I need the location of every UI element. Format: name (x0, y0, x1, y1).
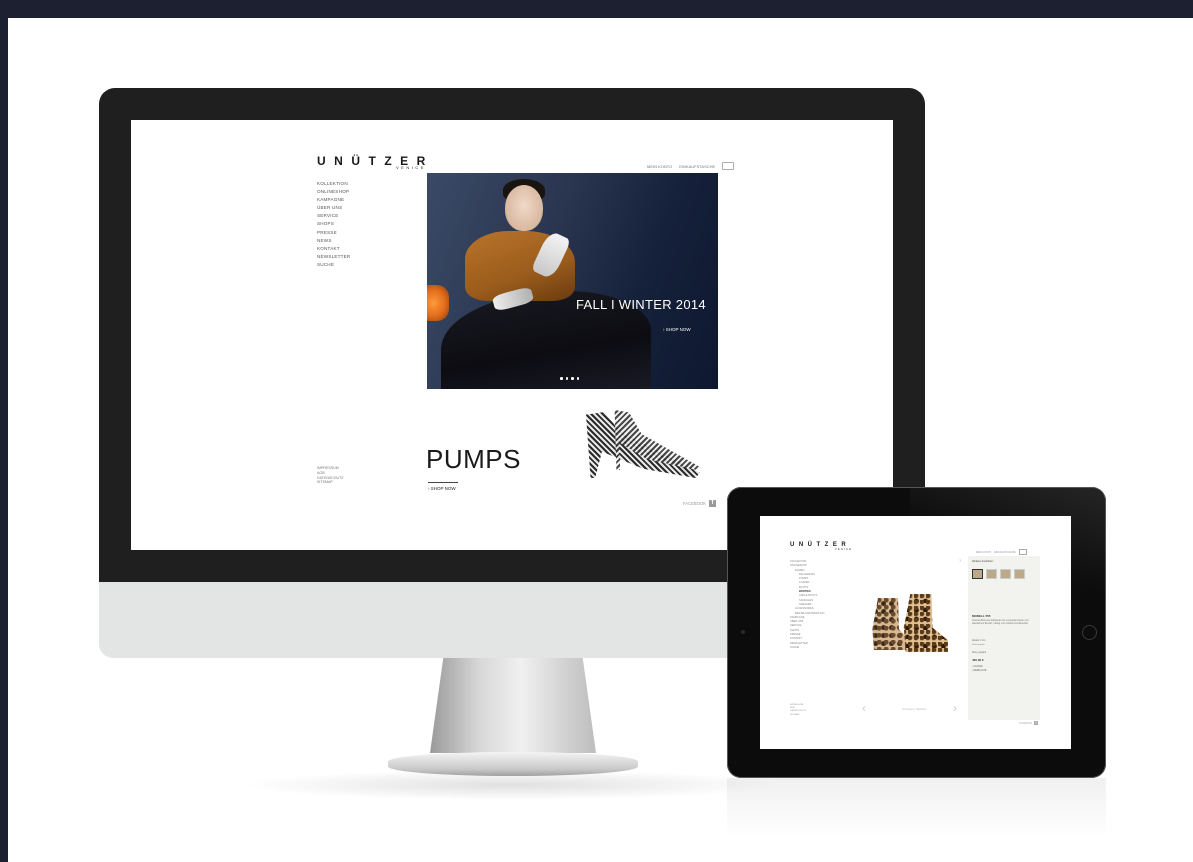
nav-item-kollektion[interactable]: KOLLEKTION (317, 180, 350, 188)
thumbnail-strip (972, 569, 1025, 579)
product-price: 495,00 € (972, 658, 984, 662)
nav-item-ueber-uns[interactable]: ÜBER UNS (317, 204, 350, 212)
promo-title: PUMPS (426, 444, 521, 474)
chevron-right-icon[interactable]: › (953, 702, 959, 714)
account-link[interactable]: MEIN KONTO (647, 164, 672, 169)
facebook-label: FACEBOOK (683, 501, 707, 506)
hero-title: FALL I WINTER 2014 (576, 297, 706, 312)
product-thumbnail[interactable] (986, 569, 997, 579)
nav-item[interactable]: SUCHE (790, 646, 824, 650)
hero-shop-now-link[interactable]: › SHOP NOW (663, 327, 691, 332)
camera-icon (741, 630, 745, 634)
facebook-link[interactable]: FACEBOOK f (683, 500, 717, 507)
top-navigation: MEIN KONTO EINKAUFSTASCHE (647, 162, 735, 170)
hero-model-face (505, 185, 543, 231)
imac-screen: UNÜTZER VENICE MEIN KONTO EINKAUFSTASCHE… (131, 120, 893, 550)
imac-stand (430, 658, 596, 753)
imac-shadow (240, 770, 780, 800)
facebook-link[interactable]: FACEBOOK f (1019, 721, 1039, 725)
chevron-left-icon[interactable]: ‹ (862, 702, 868, 714)
cart-link[interactable]: EINKAUFSTASCHE (994, 551, 1015, 554)
promo-shop-now-link[interactable]: › SHOP NOW (428, 486, 456, 491)
product-thumbnail[interactable] (1000, 569, 1011, 579)
product-size-value[interactable]: Einheitsgröße (972, 644, 985, 646)
site-logo-subtitle: VENICE (835, 548, 853, 551)
hero-banner[interactable]: FALL I WINTER 2014 › SHOP NOW (427, 173, 718, 389)
nav-item-kampagne[interactable]: KAMPAGNE (317, 196, 350, 204)
nav-item-newsletter[interactable]: NEWSLETTER (317, 253, 350, 261)
views-title: Weitere Ansichten: (972, 560, 994, 563)
shopping-bag-icon[interactable] (1018, 549, 1027, 555)
product-detail-panel: Weitere Ansichten: MODELL 555 Chelsea Bo… (968, 556, 1040, 720)
boot-left (872, 598, 910, 650)
home-button-icon[interactable] (1082, 625, 1097, 640)
nav-item-news[interactable]: NEWS (317, 237, 350, 245)
slider-dot[interactable] (571, 377, 574, 380)
footer-link-sitemap[interactable]: SITEMAP (790, 714, 806, 717)
ipad-reflection (727, 778, 1106, 838)
facebook-label: FACEBOOK (1019, 721, 1033, 725)
nav-item-kontakt[interactable]: KONTAKT (317, 245, 350, 253)
add-to-wishlist-link[interactable]: › MERKLISTE (972, 670, 986, 672)
add-to-cart-link[interactable]: › KAUFEN (972, 666, 983, 668)
hero-lamp (427, 285, 449, 321)
nav-item-shops[interactable]: SHOPS (317, 220, 350, 228)
facebook-icon[interactable]: f (1034, 721, 1039, 725)
product-size-label: Absatz: 2 cm (972, 640, 986, 642)
main-navigation: KOLLEKTION ONLINESHOP DAMEN BALLERINAS P… (790, 560, 824, 650)
boot-right (903, 594, 948, 652)
footer-navigation: IMPRESSUM AGB DATENSCHUTZ SITEMAP (317, 466, 344, 485)
slider-dot[interactable] (565, 377, 569, 380)
product-image[interactable] (870, 594, 952, 656)
main-navigation: KOLLEKTION ONLINESHOP KAMPAGNE ÜBER UNS … (317, 180, 350, 269)
top-navigation: MEIN KONTO EINKAUFSTASCHE (976, 549, 1027, 555)
cart-link[interactable]: EINKAUFSTASCHE (679, 164, 715, 169)
nav-item-presse[interactable]: PRESSE (317, 229, 350, 237)
ipad-screen: UNÜTZER VENICE MEIN KONTO EINKAUFSTASCHE… (760, 516, 1071, 749)
product-description: Chelsea Boot aus Kalbsleder mit Leoparde… (972, 620, 1029, 626)
slider-dot[interactable] (560, 377, 563, 380)
shopping-bag-icon[interactable] (722, 162, 735, 170)
nav-item-suche[interactable]: SUCHE (317, 261, 350, 269)
footer-navigation: IMPRESSUM AGB DATENSCHUTZ SITEMAP (790, 704, 806, 717)
help-icon[interactable]: ? (959, 558, 961, 563)
site-logo-subtitle: VENICE (396, 165, 426, 170)
nav-item-onlineshop[interactable]: ONLINESHOP (317, 188, 350, 196)
footer-link-sitemap[interactable]: SITEMAP (317, 480, 344, 485)
product-thumbnail[interactable] (1014, 569, 1025, 579)
product-thumbnail[interactable] (972, 569, 983, 579)
account-link[interactable]: MEIN KONTO (976, 551, 991, 554)
product-pager[interactable]: Vorheriges | Nächstes (902, 708, 926, 711)
slider-dots (560, 377, 580, 380)
promo-divider (428, 482, 458, 483)
slider-dot[interactable] (576, 377, 580, 380)
facebook-icon[interactable]: f (709, 500, 717, 507)
product-model: MODELL 555 (972, 614, 991, 618)
product-price-label: Preis, gesamt (972, 652, 987, 654)
nav-item-service[interactable]: SERVICE (317, 212, 350, 220)
